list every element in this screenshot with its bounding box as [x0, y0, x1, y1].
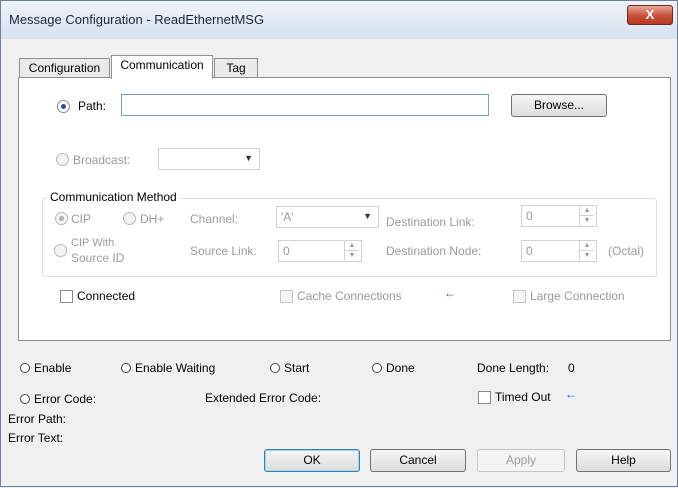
cip-label: CIP [71, 212, 92, 226]
spin-up-icon[interactable]: ▲ [580, 241, 594, 251]
chevron-down-icon: ▼ [244, 153, 253, 163]
enable-waiting-label: Enable Waiting [135, 361, 216, 375]
timed-out-label: Timed Out [495, 390, 551, 404]
channel-select[interactable]: 'A' ▼ [276, 206, 379, 228]
large-connection-checkbox[interactable] [513, 290, 526, 303]
dh-plus-radio[interactable] [123, 212, 136, 225]
destination-node-label: Destination Node: [386, 244, 482, 258]
error-text-label: Error Text: [8, 431, 64, 445]
destination-node-value: 0 [526, 244, 533, 258]
spin-down-icon[interactable]: ▼ [345, 251, 359, 261]
start-status-icon [270, 363, 280, 373]
timed-out-checkbox[interactable] [478, 391, 491, 404]
octal-label: (Octal) [608, 244, 644, 258]
enable-waiting-status-icon [121, 363, 131, 373]
done-label: Done [386, 361, 415, 375]
path-radio[interactable] [57, 100, 70, 113]
done-length-label: Done Length: [477, 361, 550, 375]
cache-connections-checkbox[interactable] [280, 290, 293, 303]
enable-label: Enable [34, 361, 72, 375]
arrow-left-icon: ← [444, 286, 456, 300]
error-code-label: Error Code: [34, 392, 97, 406]
browse-button[interactable]: Browse... [511, 94, 607, 117]
cache-connections-label: Cache Connections [297, 289, 402, 303]
done-status-icon [372, 363, 382, 373]
destination-link-label: Destination Link: [386, 215, 475, 229]
error-path-label: Error Path: [8, 412, 67, 426]
connected-label: Connected [77, 289, 136, 303]
ok-button[interactable]: OK [264, 449, 360, 472]
apply-button[interactable]: Apply [477, 449, 565, 472]
source-link-spinner[interactable]: ▲ ▼ [344, 241, 359, 261]
extended-error-code-label: Extended Error Code: [205, 391, 322, 405]
cancel-button[interactable]: Cancel [370, 449, 466, 472]
spin-down-icon[interactable]: ▼ [580, 251, 594, 261]
error-code-status-icon [20, 394, 30, 404]
chevron-down-icon: ▼ [363, 211, 372, 221]
cip-with-source-id-radio[interactable] [54, 244, 67, 257]
destination-link-spinner[interactable]: ▲ ▼ [579, 206, 594, 226]
broadcast-radio[interactable] [56, 153, 69, 166]
source-link-label: Source Link: [190, 244, 257, 258]
dh-plus-label: DH+ [140, 212, 165, 226]
message-configuration-dialog: Message Configuration - ReadEthernetMSG … [0, 0, 678, 487]
large-connection-label: Large Connection [530, 289, 625, 303]
broadcast-label: Broadcast: [73, 153, 131, 167]
connected-checkbox[interactable] [60, 290, 73, 303]
channel-select-value: 'A' [281, 210, 294, 224]
enable-status-icon [20, 363, 30, 373]
spin-up-icon[interactable]: ▲ [580, 206, 594, 216]
destination-link-value: 0 [526, 209, 533, 223]
source-link-value: 0 [283, 244, 290, 258]
spin-up-icon[interactable]: ▲ [345, 241, 359, 251]
spin-down-icon[interactable]: ▼ [580, 216, 594, 226]
destination-node-spinner[interactable]: ▲ ▼ [579, 241, 594, 261]
done-length-value: 0 [568, 361, 575, 375]
start-label: Start [284, 361, 310, 375]
cip-radio[interactable] [55, 212, 68, 225]
broadcast-select[interactable]: ▼ [158, 148, 260, 170]
channel-label: Channel: [190, 212, 239, 226]
cip-with-source-id-label-2: Source ID [71, 251, 125, 265]
cip-with-source-id-label-1: CIP With [71, 237, 115, 249]
help-button[interactable]: Help [576, 449, 671, 472]
path-label: Path: [78, 99, 107, 113]
arrow-left-icon: ← [565, 387, 577, 401]
communication-method-title: Communication Method [47, 190, 180, 204]
path-input[interactable] [121, 94, 489, 116]
